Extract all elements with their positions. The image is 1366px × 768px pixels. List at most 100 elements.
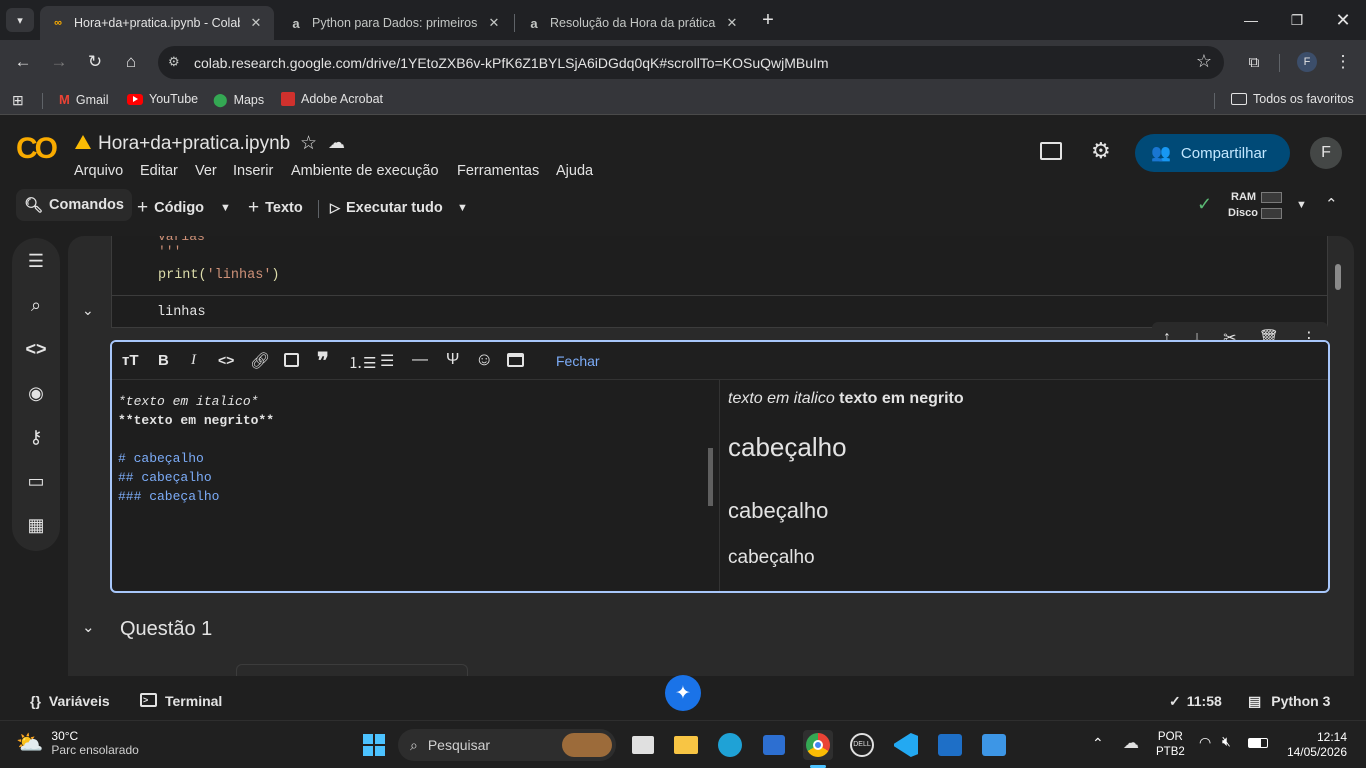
bookmark-star-icon[interactable]: ☆ (1196, 51, 1212, 72)
run-all-dropdown[interactable]: ▼ (457, 195, 468, 221)
bookmark-youtube[interactable]: YouTube (127, 92, 198, 106)
markdown-editor[interactable]: *texto em italico* **texto em negrito** … (118, 392, 708, 506)
bulleted-list-icon[interactable]: ☰ (380, 351, 394, 371)
exec-status[interactable]: ✓ 11:58 (1169, 693, 1222, 710)
preview-mode-icon[interactable] (507, 353, 524, 367)
menu-ver[interactable]: Ver (195, 163, 217, 179)
edge-icon[interactable] (715, 730, 745, 760)
code-dropdown[interactable]: ▼ (220, 195, 231, 221)
runtime-indicator[interactable]: ▤ Python 3 (1248, 693, 1330, 710)
menu-editar[interactable]: Editar (140, 163, 178, 179)
clock[interactable]: 12:14 14/05/2026 (1283, 730, 1347, 760)
add-code-button[interactable]: + Código (137, 195, 204, 221)
section-collapse-chevron-icon[interactable]: ⌄ (82, 618, 95, 636)
close-tab-icon[interactable]: ✕ (486, 15, 502, 31)
bookmark-gmail[interactable]: M Gmail (59, 92, 109, 107)
table-of-contents-icon[interactable]: ☰ (22, 247, 50, 275)
menu-ajuda[interactable]: Ajuda (556, 163, 593, 179)
variables-button[interactable]: {} Variáveis (30, 693, 110, 709)
comment-icon[interactable] (1040, 142, 1062, 160)
latex-psi-icon[interactable]: Ψ (446, 351, 459, 369)
weather-widget[interactable]: ⛅ 30°C Parc ensolarado (16, 729, 139, 757)
bookmark-maps[interactable]: ⬤ Maps (213, 92, 264, 108)
resources-dropdown-icon[interactable]: ▼ (1296, 199, 1307, 211)
menu-ferramentas[interactable]: Ferramentas (457, 163, 539, 179)
code-cell[interactable]: varias ''' print('linhas') linhas (111, 236, 1328, 328)
wifi-icon[interactable]: ◠ (1199, 734, 1211, 751)
address-bar[interactable]: ⚙ colab.research.google.com/drive/1YEtoZ… (158, 46, 1224, 79)
code-snippets-icon[interactable]: <> (22, 335, 50, 363)
output-collapse-chevron-icon[interactable]: ⌄ (82, 302, 94, 319)
colab-logo[interactable]: CO (16, 132, 58, 166)
link-icon[interactable]: 🔗︎ (250, 351, 270, 371)
start-button[interactable] (359, 730, 389, 760)
forward-button[interactable]: → (45, 48, 73, 76)
italic-icon[interactable]: I (191, 352, 196, 369)
menu-inserir[interactable]: Inserir (233, 163, 273, 179)
notebook-scrollbar[interactable] (1335, 264, 1341, 290)
find-replace-icon[interactable]: ⌕ (22, 291, 50, 319)
code-icon[interactable]: <> (218, 352, 234, 368)
notebook-title[interactable]: Hora+da+pratica.ipynb (98, 133, 290, 155)
minimize-button[interactable]: — (1228, 0, 1274, 40)
bold-icon[interactable]: B (158, 352, 169, 369)
reload-button[interactable]: ↻ (81, 48, 109, 76)
commands-button[interactable]: 🔍︎ Comandos (16, 189, 132, 221)
numbered-list-icon[interactable]: ⒈☰ (348, 352, 376, 373)
apps-grid-icon[interactable]: ⊞ (12, 92, 24, 109)
vscode-icon[interactable] (891, 730, 921, 760)
files-folder-icon[interactable]: ▭ (22, 467, 50, 495)
task-view-icon[interactable] (628, 730, 658, 760)
collapse-toolbar-icon[interactable]: ⌃ (1325, 195, 1338, 213)
share-button[interactable]: 👥 Compartilhar (1135, 134, 1290, 172)
disk-meter[interactable] (1261, 208, 1282, 219)
settings-gear-icon[interactable]: ⚙ (1091, 138, 1111, 164)
close-tab-icon[interactable]: ✕ (724, 15, 740, 31)
tray-chevron-icon[interactable]: ⌃ (1092, 735, 1104, 752)
run-all-button[interactable]: ▷ Executar tudo (330, 195, 443, 221)
new-tab-button[interactable]: + (756, 9, 780, 33)
site-info-icon[interactable]: ⚙ (168, 54, 180, 70)
language-indicator[interactable]: POR PTB2 (1156, 730, 1185, 760)
section-title[interactable]: Questão 1 (120, 618, 212, 641)
data-table-icon[interactable]: ▦ (22, 511, 50, 539)
chrome-menu-icon[interactable]: ⋮ (1329, 48, 1357, 76)
volume-muted-icon[interactable]: 🔇︎ (1222, 733, 1231, 750)
maximize-button[interactable]: ❐ (1274, 0, 1320, 40)
store-icon[interactable] (759, 730, 789, 760)
photos-icon[interactable] (979, 730, 1009, 760)
text-cell[interactable]: тT B I <> 🔗︎ ❞ ⒈☰ ☰ — Ψ ☺ Fechar *texto … (110, 340, 1330, 593)
secrets-key-icon[interactable]: ⚷ (22, 423, 50, 451)
close-window-button[interactable]: ✕ (1320, 0, 1366, 40)
menu-ambiente[interactable]: Ambiente de execução (291, 163, 439, 179)
image-icon[interactable] (284, 353, 299, 367)
gemini-button[interactable]: ✦ (665, 675, 701, 711)
menu-arquivo[interactable]: Arquivo (74, 163, 123, 179)
star-icon[interactable]: ☆ (300, 132, 317, 155)
chrome-icon[interactable] (803, 730, 833, 760)
tab-python-dados[interactable]: a Python para Dados: primeiros p ✕ (278, 6, 512, 40)
onedrive-cloud-icon[interactable]: ☁ (1123, 733, 1139, 753)
close-tab-icon[interactable]: ✕ (248, 15, 264, 31)
terminal-button[interactable]: > Terminal (140, 693, 222, 709)
add-text-button[interactable]: + Texto (248, 195, 303, 221)
all-bookmarks-button[interactable]: Todos os favoritos (1231, 92, 1354, 106)
cloud-icon[interactable]: ☁ (328, 133, 345, 153)
back-button[interactable]: ← (9, 48, 37, 76)
ram-meter[interactable] (1261, 192, 1282, 203)
variables-eye-icon[interactable]: ◉ (22, 379, 50, 407)
emoji-icon[interactable]: ☺ (475, 349, 493, 370)
close-editor-button[interactable]: Fechar (556, 353, 600, 369)
user-avatar[interactable]: F (1310, 137, 1342, 169)
file-explorer-icon[interactable] (671, 730, 701, 760)
heading-icon[interactable]: тT (122, 352, 139, 369)
quote-icon[interactable]: ❞ (317, 348, 329, 374)
profile-avatar[interactable]: F (1297, 52, 1317, 72)
bookmark-acrobat[interactable]: Adobe Acrobat (281, 92, 383, 106)
tab-resolucao[interactable]: a Resolução da Hora da prática - ✕ (516, 6, 750, 40)
home-button[interactable]: ⌂ (117, 48, 145, 76)
dell-icon[interactable]: DELL (847, 730, 877, 760)
battery-icon[interactable] (1248, 738, 1268, 748)
horizontal-rule-icon[interactable]: — (412, 351, 428, 369)
outlook-icon[interactable] (935, 730, 965, 760)
